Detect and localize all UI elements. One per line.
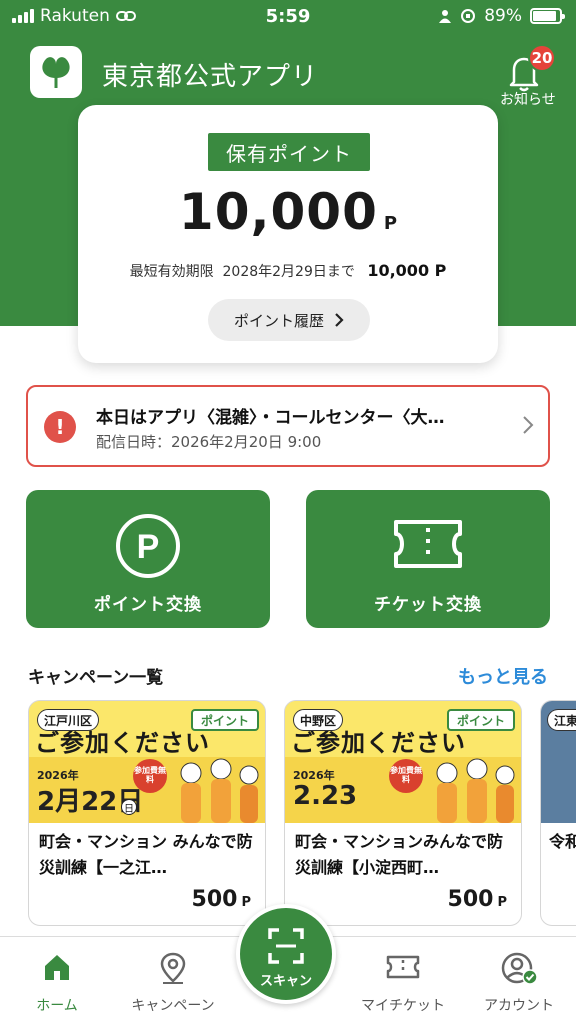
nav-campaign[interactable]: キャンペーン bbox=[118, 937, 228, 1024]
campaign-card[interactable]: 江東 令和ビン bbox=[540, 700, 576, 926]
battery-fill bbox=[533, 11, 557, 21]
notifications-label[interactable]: お知らせ bbox=[500, 89, 556, 109]
battery-icon bbox=[530, 8, 565, 24]
campaign-title: 令和ビン bbox=[549, 832, 576, 851]
volunteers-illustration bbox=[180, 758, 259, 823]
ward-tag: 江東 bbox=[547, 709, 576, 731]
person-icon bbox=[439, 10, 452, 23]
notice-date: 配信日時：2026年2月20日 9:00 bbox=[96, 433, 322, 451]
ward-tag: 中野区 bbox=[293, 709, 344, 731]
ticket-icon bbox=[306, 512, 550, 576]
status-right: 89% bbox=[438, 6, 565, 26]
campaign-reward-unit: P bbox=[241, 895, 251, 910]
volunteers-illustration bbox=[436, 758, 515, 823]
exclamation-icon: ! bbox=[44, 411, 76, 443]
app-title: 東京都公式アプリ bbox=[102, 62, 319, 92]
tokyo-logo-icon bbox=[30, 46, 82, 98]
chevron-right-icon bbox=[335, 313, 344, 327]
nav-home-label: ホーム bbox=[36, 998, 78, 1014]
campaign-title: 町会・マンション みんなで防災訓練【一之江… bbox=[39, 832, 253, 877]
point-tag: ポイント bbox=[190, 709, 259, 731]
points-tag: 保有ポイント bbox=[208, 133, 370, 171]
expiry-amount: 10,000 P bbox=[367, 261, 447, 280]
expiry-date: 2028年2月29日まで bbox=[222, 264, 355, 280]
nav-my-tickets-label: マイチケット bbox=[361, 998, 445, 1014]
ward-tag: 江戸川区 bbox=[37, 709, 100, 731]
campaign-image: ご参加ください 2026年 2.23 参加費無料 中野区 ポイント bbox=[285, 701, 521, 823]
campaign-reward-unit: P bbox=[497, 895, 507, 910]
scan-icon bbox=[240, 926, 332, 966]
svg-text:P: P bbox=[137, 528, 160, 566]
alert-notice[interactable]: ! 本日はアプリ〈混雑〉・コールセンター〈大… 配信日時：2026年2月20日 … bbox=[26, 385, 550, 467]
campaigns-heading: キャンペーン一覧 bbox=[28, 668, 164, 688]
point-p-icon: P bbox=[26, 512, 270, 580]
nav-home[interactable]: ホーム bbox=[2, 937, 112, 1024]
see-more-link[interactable]: もっと見る bbox=[458, 663, 548, 689]
points-balance: 10,000 P bbox=[78, 183, 498, 241]
ticket-icon bbox=[348, 951, 458, 983]
points-expiry: 最短有効期限 2028年2月29日まで 10,000 P bbox=[78, 261, 498, 281]
campaign-reward-value: 500 bbox=[191, 887, 238, 912]
campaign-image: 江東 bbox=[541, 701, 576, 823]
exchange-tickets-button[interactable]: チケット交換 bbox=[306, 490, 550, 628]
free-seal: 参加費無料 bbox=[389, 759, 423, 793]
free-seal: 参加費無料 bbox=[133, 759, 167, 793]
home-icon bbox=[2, 951, 112, 983]
exchange-points-label: ポイント交換 bbox=[94, 595, 202, 615]
scan-button[interactable]: スキャン bbox=[236, 904, 336, 1004]
notification-count-badge: 20 bbox=[528, 44, 556, 72]
campaign-weekday: 日 bbox=[121, 799, 137, 815]
nav-account-label: アカウント bbox=[484, 998, 554, 1014]
campaign-date: 2.23 bbox=[293, 781, 358, 811]
campaign-title: 町会・マンションみんなで防災訓練【小淀西町… bbox=[295, 832, 504, 877]
orientation-lock-icon bbox=[461, 9, 476, 23]
exchange-tickets-label: チケット交換 bbox=[374, 595, 482, 615]
battery-percent: 89% bbox=[484, 6, 522, 26]
map-pin-icon bbox=[118, 951, 228, 985]
point-tag: ポイント bbox=[446, 709, 515, 731]
points-card: 保有ポイント 10,000 P 最短有効期限 2028年2月29日まで 10,00… bbox=[78, 105, 498, 363]
account-icon bbox=[464, 951, 574, 985]
nav-my-tickets[interactable]: マイチケット bbox=[348, 937, 458, 1024]
campaign-card[interactable]: ご参加ください 2026年 2月22日 日 参加費無料 江戸川区 ポイント 町会… bbox=[28, 700, 266, 926]
points-value: 10,000 bbox=[178, 183, 378, 241]
nav-account[interactable]: アカウント bbox=[464, 937, 574, 1024]
exchange-points-button[interactable]: P ポイント交換 bbox=[26, 490, 270, 628]
notice-title: 本日はアプリ〈混雑〉・コールセンター〈大… bbox=[96, 408, 445, 428]
campaign-reward: 500 P bbox=[448, 887, 507, 912]
campaign-reward: 500 P bbox=[192, 887, 251, 912]
campaign-card[interactable]: ご参加ください 2026年 2.23 参加費無料 中野区 ポイント 町会・マンシ… bbox=[284, 700, 522, 926]
points-history-label: ポイント履歴 bbox=[233, 311, 324, 330]
status-bar: Rakuten 5:59 89% bbox=[0, 0, 576, 34]
points-history-button[interactable]: ポイント履歴 bbox=[208, 299, 370, 341]
points-unit: P bbox=[383, 213, 398, 234]
campaign-reward-value: 500 bbox=[447, 887, 494, 912]
chevron-right-icon bbox=[523, 416, 534, 434]
nav-campaign-label: キャンペーン bbox=[131, 998, 215, 1014]
scan-label: スキャン bbox=[259, 974, 312, 989]
expiry-label: 最短有効期限 bbox=[129, 264, 214, 280]
campaign-image: ご参加ください 2026年 2月22日 日 参加費無料 江戸川区 ポイント bbox=[29, 701, 265, 823]
